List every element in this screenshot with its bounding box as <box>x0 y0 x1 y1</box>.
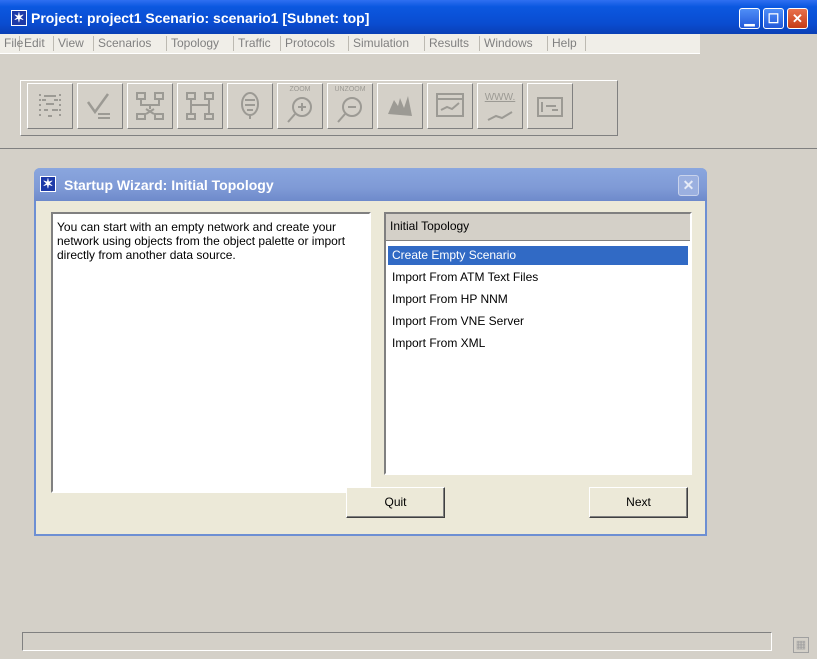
zoom-label: ZOOM <box>289 86 311 93</box>
zoom-out-icon <box>337 97 362 123</box>
star-icon: ✶ <box>11 10 27 26</box>
option-import-xml[interactable]: Import From XML <box>388 334 688 353</box>
next-button[interactable]: Next <box>589 487 688 518</box>
hide-graphs-button[interactable] <box>527 83 573 129</box>
check-links-icon <box>86 93 110 119</box>
view-results-icon <box>436 93 464 117</box>
web-reports-button[interactable]: WWW. <box>477 83 523 129</box>
configure-simulation-icon <box>388 96 412 116</box>
option-create-empty-scenario[interactable]: Create Empty Scenario <box>388 246 688 265</box>
option-import-atm-text-files[interactable]: Import From ATM Text Files <box>388 268 688 287</box>
startup-wizard-dialog: ✶ Startup Wizard: Initial Topology ✕ You… <box>34 168 707 536</box>
menu-file[interactable]: File <box>0 36 23 51</box>
next-label: Next <box>626 495 651 509</box>
status-bar <box>22 632 772 651</box>
menu-windows[interactable]: Windows <box>480 36 548 51</box>
window-title-bar[interactable]: ✶ Project: project1 Scenario: scenario1 … <box>0 0 817 34</box>
menu-edit[interactable]: Edit <box>20 36 54 51</box>
zoom-out-button[interactable]: UNZOOM <box>327 83 373 129</box>
maximize-button[interactable]: ☐ <box>763 8 784 29</box>
maximize-icon: ☐ <box>767 11 780 26</box>
zoom-in-icon <box>287 97 312 123</box>
option-import-hp-nnm[interactable]: Import From HP NNM <box>388 290 688 309</box>
check-links-button[interactable] <box>77 83 123 129</box>
dialog-close-button[interactable]: ✕ <box>678 175 699 196</box>
list-header: Initial Topology <box>386 214 690 241</box>
menu-scenarios[interactable]: Scenarios <box>94 36 167 51</box>
option-import-vne-server[interactable]: Import From VNE Server <box>388 312 688 331</box>
close-button[interactable]: ✕ <box>787 8 808 29</box>
quit-button[interactable]: Quit <box>346 487 445 518</box>
open-palette-icon <box>39 94 61 118</box>
workspace-divider <box>0 148 817 149</box>
hide-graphs-icon <box>537 97 563 117</box>
quit-label: Quit <box>384 495 407 509</box>
minimize-icon: ▁ <box>744 11 755 26</box>
menu-topology[interactable]: Topology <box>167 36 234 51</box>
menu-traffic[interactable]: Traffic <box>234 36 281 51</box>
close-icon: ✕ <box>682 177 695 193</box>
configure-simulation-button[interactable] <box>377 83 423 129</box>
unzoom-label: UNZOOM <box>334 86 366 93</box>
menu-help[interactable]: Help <box>548 36 586 51</box>
window-title: Project: project1 Scenario: scenario1 [S… <box>31 10 370 26</box>
open-palette-button[interactable] <box>27 83 73 129</box>
menu-protocols[interactable]: Protocols <box>281 36 349 51</box>
description-box: You can start with an empty network and … <box>51 212 371 493</box>
close-icon: ✕ <box>792 11 803 26</box>
recover-link-icon <box>186 92 214 120</box>
dialog-title: Startup Wizard: Initial Topology <box>64 177 274 193</box>
return-parent-icon <box>241 92 259 119</box>
description-text: You can start with an empty network and … <box>57 220 346 262</box>
toolbar: ZOOM UNZOOM WWW. <box>20 80 618 136</box>
dialog-title-bar[interactable]: ✶ Startup Wizard: Initial Topology ✕ <box>34 168 707 201</box>
minimize-button[interactable]: ▁ <box>739 8 760 29</box>
star-icon: ✶ <box>40 176 56 192</box>
fail-link-button[interactable] <box>127 83 173 129</box>
menu-simulation[interactable]: Simulation <box>349 36 425 51</box>
recover-link-button[interactable] <box>177 83 223 129</box>
calculator-icon[interactable]: ▦ <box>793 637 809 653</box>
menu-view[interactable]: View <box>54 36 94 51</box>
menu-bar: File Edit View Scenarios Topology Traffi… <box>0 34 700 54</box>
menu-results[interactable]: Results <box>425 36 480 51</box>
return-parent-button[interactable] <box>227 83 273 129</box>
initial-topology-list[interactable]: Initial Topology Create Empty Scenario I… <box>384 212 692 475</box>
web-reports-icon <box>487 111 513 121</box>
zoom-in-button[interactable]: ZOOM <box>277 83 323 129</box>
fail-link-icon <box>136 92 164 120</box>
view-results-button[interactable] <box>427 83 473 129</box>
